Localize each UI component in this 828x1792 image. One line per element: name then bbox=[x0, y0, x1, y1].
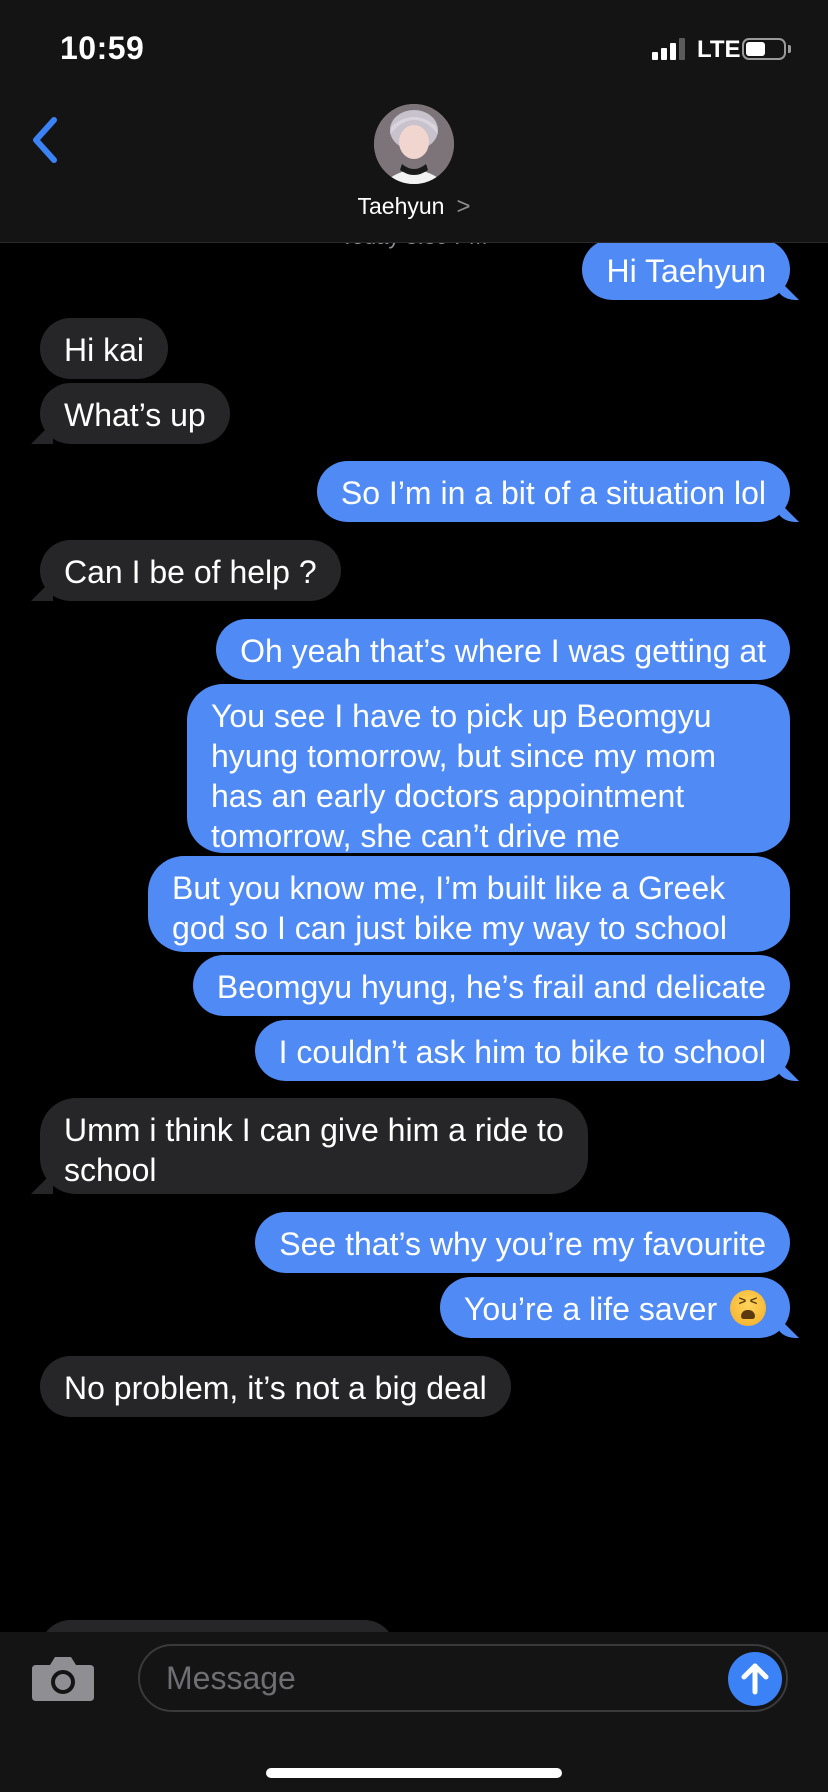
message-text: No problem, it’s not a big deal bbox=[64, 1370, 487, 1406]
message-bubble-outgoing[interactable]: You’re a life saver bbox=[439, 1277, 790, 1338]
status-bar: 10:59 LTE bbox=[0, 0, 828, 95]
message-bubble-incoming[interactable]: No problem, it’s not a big deal bbox=[40, 1356, 511, 1417]
battery-tip bbox=[788, 45, 791, 53]
message-text: Can I be of help ? bbox=[64, 554, 317, 590]
network-type: LTE bbox=[697, 36, 741, 63]
message-bubble-outgoing[interactable]: But you know me, I’m built like a Greek … bbox=[148, 856, 790, 952]
message-bubble-outgoing[interactable]: You see I have to pick up Beomgyu hyung … bbox=[187, 684, 790, 854]
message-bubble-incoming[interactable]: Umm i think I can give him a ride to sch… bbox=[40, 1098, 588, 1194]
send-button[interactable] bbox=[728, 1652, 782, 1706]
message-bubble-incoming[interactable]: Can I be of help ? bbox=[40, 540, 341, 601]
battery-level bbox=[746, 42, 765, 56]
tired-face-emoji bbox=[730, 1290, 766, 1326]
message-text: So I’m in a bit of a situation lol bbox=[340, 475, 766, 511]
message-text: Oh yeah that’s where I was getting at bbox=[240, 633, 766, 669]
message-bubble-outgoing[interactable]: Beomgyu hyung, he’s frail and delicate bbox=[192, 955, 790, 1016]
message-bubble-incoming[interactable]: What’s up bbox=[40, 383, 230, 444]
message-text: What’s up bbox=[64, 397, 206, 433]
conversation-header: Taehyun > bbox=[0, 95, 828, 243]
message-text: Hi kai bbox=[64, 332, 145, 368]
cellular-signal-icon bbox=[652, 38, 686, 60]
message-bubble-outgoing[interactable]: So I’m in a bit of a situation lol bbox=[316, 461, 790, 522]
message-bubble-outgoing[interactable]: Oh yeah that’s where I was getting at bbox=[216, 619, 790, 680]
message-text: Umm i think I can give him a ride to sch… bbox=[64, 1112, 573, 1188]
message-bubble-incoming[interactable]: Hi kai bbox=[40, 318, 169, 379]
chevron-left-icon bbox=[33, 117, 57, 163]
message-thread[interactable]: Today 3:39 PM Hi Taehyun Hi kai What’s u… bbox=[0, 0, 828, 1632]
message-bubble-outgoing[interactable]: See that’s why you’re my favourite bbox=[255, 1212, 790, 1273]
message-bubble-incoming-partial[interactable] bbox=[40, 1620, 395, 1632]
status-time: 10:59 bbox=[60, 30, 145, 66]
message-text: You see I have to pick up Beomgyu hyung … bbox=[211, 698, 725, 854]
message-text: See that’s why you’re my favourite bbox=[279, 1226, 766, 1262]
message-text: But you know me, I’m built like a Greek … bbox=[172, 870, 734, 946]
composer-bar bbox=[0, 1632, 828, 1792]
battery-icon bbox=[742, 38, 786, 60]
message-bubble-outgoing[interactable]: I couldn’t ask him to bike to school bbox=[254, 1020, 790, 1081]
avatar[interactable] bbox=[374, 104, 454, 184]
contact-name-button[interactable]: Taehyun > bbox=[0, 193, 828, 221]
back-button[interactable] bbox=[24, 111, 68, 169]
home-indicator[interactable] bbox=[266, 1768, 562, 1778]
message-text: You’re a life saver bbox=[463, 1291, 718, 1327]
message-input[interactable] bbox=[138, 1644, 788, 1712]
chevron-right-icon: > bbox=[456, 193, 471, 220]
camera-icon bbox=[32, 1657, 94, 1701]
message-text: Beomgyu hyung, he’s frail and delicate bbox=[216, 969, 766, 1005]
message-text: Hi Taehyun bbox=[606, 253, 766, 289]
camera-button[interactable] bbox=[30, 1653, 96, 1703]
contact-name: Taehyun bbox=[357, 193, 445, 219]
contact-photo bbox=[374, 104, 454, 184]
arrow-up-icon bbox=[741, 1663, 769, 1695]
message-text: I couldn’t ask him to bike to school bbox=[278, 1034, 766, 1070]
